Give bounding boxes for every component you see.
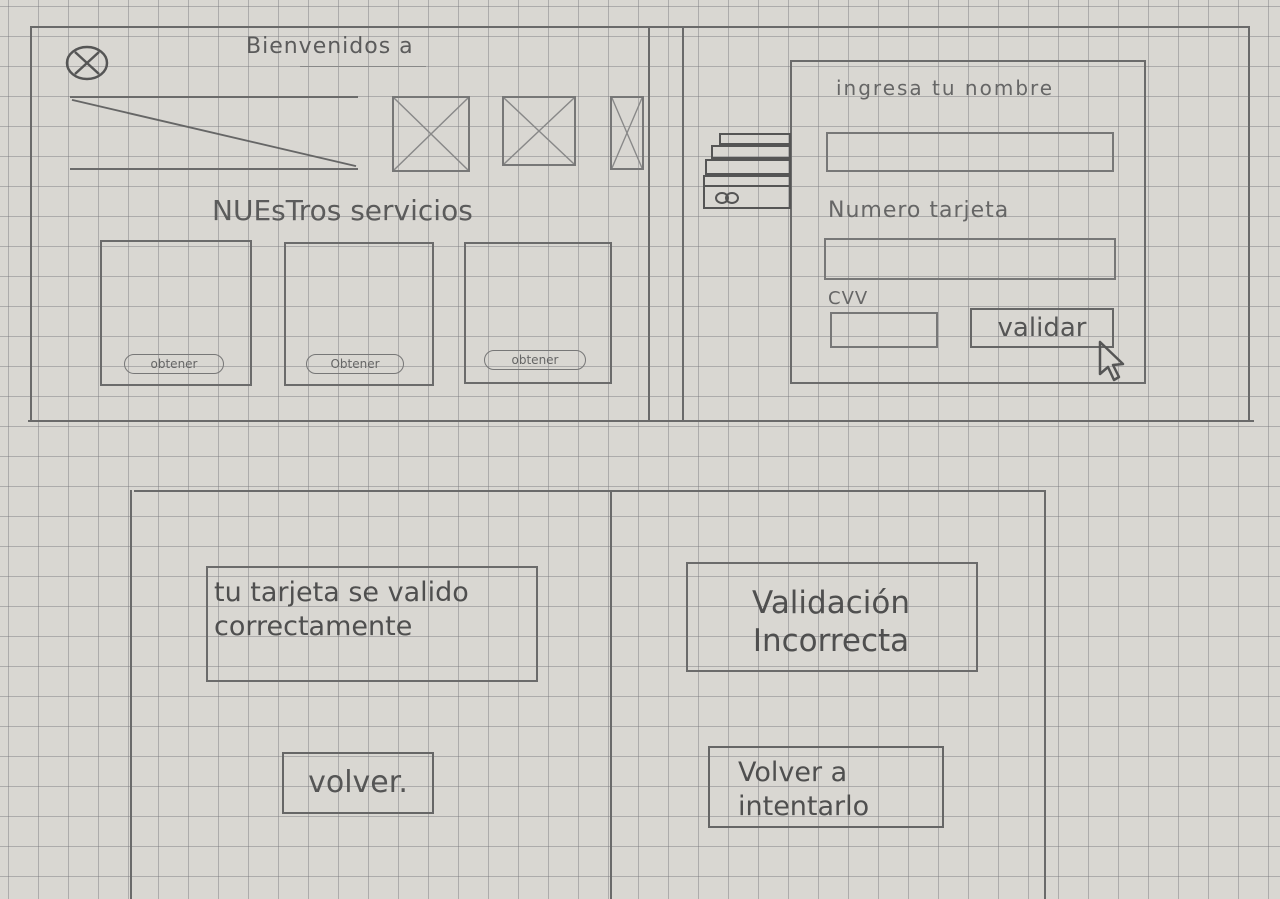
bottom-frame-right-edge bbox=[1044, 490, 1046, 899]
top-frame-bottom-edge bbox=[28, 420, 1254, 422]
retry-button[interactable]: Volver a intentarlo bbox=[708, 746, 944, 828]
cursor-arrow-icon bbox=[1096, 340, 1126, 384]
hero-banner-image bbox=[70, 96, 358, 170]
welcome-title: Bienvenidos a bbox=[246, 34, 414, 59]
service-obtain-button-2[interactable]: Obtener bbox=[306, 354, 404, 374]
card-number-label: Numero tarjeta bbox=[828, 198, 1010, 223]
thumbnail-image-3 bbox=[610, 96, 644, 170]
bottom-frame-top-edge bbox=[134, 490, 1046, 492]
back-button[interactable]: volver. bbox=[282, 752, 434, 814]
logo-icon bbox=[64, 44, 110, 82]
name-label: ingresa tu nombre bbox=[836, 76, 1055, 100]
success-message: tu tarjeta se valido correctamente bbox=[214, 577, 469, 642]
welcome-underline bbox=[300, 66, 426, 67]
name-input[interactable] bbox=[826, 132, 1114, 172]
card-number-input[interactable] bbox=[824, 238, 1116, 280]
credit-card-icon bbox=[702, 130, 794, 212]
thumbnail-image-2 bbox=[502, 96, 576, 166]
validate-button[interactable]: validar bbox=[970, 308, 1114, 348]
bottom-frame-left-edge bbox=[130, 490, 132, 899]
top-frame-top-edge bbox=[32, 26, 1250, 28]
thumbnail-image-1 bbox=[392, 96, 470, 172]
bottom-frame-divider bbox=[610, 490, 612, 899]
services-heading: NUEsTros servicios bbox=[212, 194, 473, 227]
top-frame-divider-a bbox=[648, 26, 650, 420]
top-frame-divider-b bbox=[682, 26, 684, 420]
service-obtain-button-1[interactable]: obtener bbox=[124, 354, 224, 374]
top-frame-left-edge bbox=[30, 26, 32, 422]
service-obtain-button-3[interactable]: obtener bbox=[484, 350, 586, 370]
cvv-input[interactable] bbox=[830, 312, 938, 348]
top-frame-right-edge bbox=[1248, 26, 1250, 422]
cvv-label: CVV bbox=[828, 288, 869, 309]
error-message: Validación Incorrecta bbox=[752, 585, 910, 659]
